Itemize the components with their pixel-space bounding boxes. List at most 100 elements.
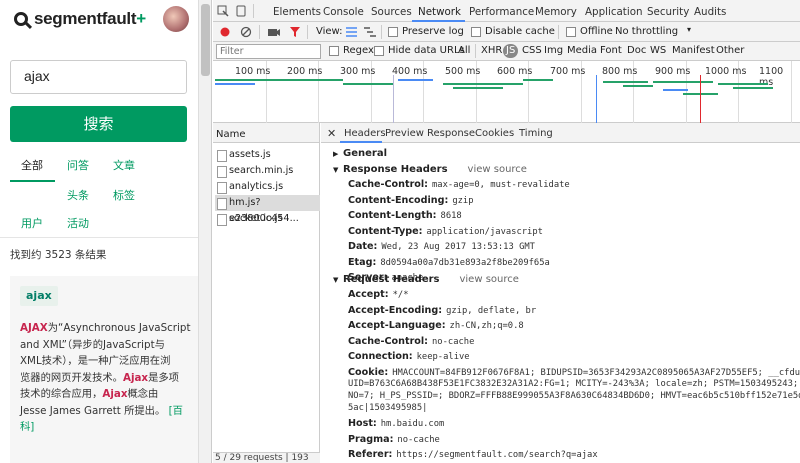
tab-all[interactable]: 全部: [21, 157, 43, 173]
header-key: Referer:: [348, 449, 393, 460]
general-section[interactable]: ▶ General: [333, 148, 387, 159]
device-toolbar-icon[interactable]: [235, 5, 247, 17]
type-css[interactable]: CSS: [522, 45, 542, 56]
type-other[interactable]: Other: [716, 45, 744, 56]
tab-memory[interactable]: Memory: [535, 6, 577, 18]
chevron-down-icon[interactable]: ▾: [687, 25, 691, 34]
tab-sources[interactable]: Sources: [371, 6, 412, 18]
tab-articles[interactable]: 文章: [113, 157, 135, 173]
header-value: keep-alive: [416, 352, 470, 362]
tab-headlines[interactable]: 头条: [67, 187, 89, 203]
request-row[interactable]: socket.io.js: [215, 211, 320, 227]
disable-cache-checkbox[interactable]: [471, 27, 481, 37]
cookie-continuation: NO=7; H_PS_PSSID=; BDORZ=FFFB88E999055A3…: [348, 391, 800, 401]
active-tab-indicator: [10, 180, 55, 182]
tick-600: 600 ms: [497, 66, 533, 77]
header-row: Etag: 8d0594a00a7db31e893a2f8be209f65a: [348, 257, 550, 269]
request-row-selected[interactable]: hm.js?e23800c454...: [215, 195, 320, 224]
type-manifest[interactable]: Manifest: [672, 45, 715, 56]
type-media[interactable]: Media: [567, 45, 597, 56]
tab-events[interactable]: 活动: [67, 215, 89, 231]
tab-console[interactable]: Console: [323, 6, 364, 18]
search-button[interactable]: 搜索: [10, 106, 187, 142]
tab-timing[interactable]: Timing: [519, 128, 553, 139]
segmentfault-page: segmentfault+ ajax 搜索 全部 问答 文章 头条 标签 用户 …: [0, 0, 199, 463]
tab-headers[interactable]: Headers: [344, 128, 386, 139]
network-overview-timeline[interactable]: 100 ms 200 ms 300 ms 400 ms 500 ms 600 m…: [213, 61, 800, 123]
throttling-select[interactable]: No throttling: [615, 26, 678, 37]
request-list: Name assets.js search.min.js analytics.j…: [213, 123, 320, 463]
type-font[interactable]: Font: [600, 45, 622, 56]
preserve-log-label: Preserve log: [402, 26, 464, 37]
header-row: Accept: */*: [348, 289, 409, 301]
tab-users[interactable]: 用户: [21, 215, 43, 231]
devtools-panel: Elements Console Sources Network Perform…: [213, 0, 800, 463]
filter-input[interactable]: [216, 44, 321, 59]
tab-audits[interactable]: Audits: [694, 6, 726, 18]
tag-badge[interactable]: ajax: [20, 286, 58, 306]
header-key: Cache-Control:: [348, 179, 429, 190]
tab-performance[interactable]: Performance: [469, 6, 534, 18]
header-value: Wed, 23 Aug 2017 13:53:13 GMT: [381, 242, 535, 252]
request-row[interactable]: assets.js: [215, 147, 320, 163]
tab-security[interactable]: Security: [647, 6, 689, 18]
search-input[interactable]: ajax: [10, 60, 187, 94]
search-logo-icon: [14, 12, 28, 26]
cookie-continuation: UID=B763C6A68B438F53E1FC3832E32A31A2:FG=…: [348, 379, 800, 389]
type-img[interactable]: Img: [544, 45, 563, 56]
close-icon[interactable]: ✕: [327, 127, 336, 140]
avatar[interactable]: [163, 6, 189, 32]
view-source-link[interactable]: view source: [459, 274, 518, 285]
header-row: Content-Length: 8618: [348, 210, 462, 222]
record-icon[interactable]: [220, 27, 230, 37]
header-key: Etag:: [348, 256, 377, 268]
tab-cookies[interactable]: Cookies: [475, 128, 514, 139]
clear-icon[interactable]: [240, 26, 252, 38]
tab-preview[interactable]: Preview: [385, 128, 424, 139]
tab-questions[interactable]: 问答: [67, 157, 89, 173]
header-value: gzip: [452, 195, 474, 206]
tab-tags[interactable]: 标签: [113, 187, 135, 203]
type-ws[interactable]: WS: [650, 45, 666, 56]
hide-data-urls-checkbox[interactable]: [374, 46, 384, 56]
tab-elements[interactable]: Elements: [273, 6, 321, 18]
header-row: Pragma: no-cache: [348, 434, 440, 446]
header-row: Cookie: HMACCOUNT=84FB912F0676F8A1; BIDUP…: [348, 367, 800, 379]
offline-checkbox[interactable]: [566, 27, 576, 37]
type-xhr[interactable]: XHR: [481, 45, 502, 56]
waterfall-icon[interactable]: [363, 26, 377, 38]
view-source-link[interactable]: view source: [468, 164, 527, 175]
header-key: Host:: [348, 418, 377, 429]
inspect-icon[interactable]: [217, 5, 229, 17]
scrollbar-thumb[interactable]: [201, 4, 210, 76]
header-row: Accept-Encoding: gzip, deflate, br: [348, 305, 536, 317]
tab-network[interactable]: Network: [418, 6, 461, 18]
request-row[interactable]: search.min.js: [215, 163, 320, 179]
page-scrollbar[interactable]: [199, 0, 212, 463]
header-key: Content-Type:: [348, 225, 423, 237]
baike-link[interactable]: [百: [169, 405, 183, 417]
type-all[interactable]: All: [458, 45, 470, 56]
response-headers-section[interactable]: ▼ Response Headers view source: [333, 164, 527, 175]
preserve-log-checkbox[interactable]: [388, 27, 398, 37]
site-logo[interactable]: segmentfault+: [34, 9, 146, 29]
regex-checkbox[interactable]: [329, 46, 339, 56]
offline-label: Offline: [580, 26, 613, 37]
tab-application[interactable]: Application: [585, 6, 643, 18]
name-column-header[interactable]: Name: [213, 123, 319, 143]
request-headers-section[interactable]: ▼ Request Headers view source: [333, 274, 519, 285]
large-rows-icon[interactable]: [345, 26, 358, 38]
type-doc[interactable]: Doc: [627, 45, 646, 56]
tick-900: 900 ms: [655, 66, 691, 77]
network-toolbar: View: Preserve log Disable cache Offline…: [213, 22, 800, 42]
header-row: Cache-Control: max-age=0, must-revalidate: [348, 179, 570, 191]
headers-tab-indicator: [340, 141, 382, 143]
camera-icon[interactable]: [268, 27, 280, 37]
filter-icon[interactable]: [289, 26, 301, 38]
tab-response[interactable]: Response: [427, 128, 475, 139]
type-js[interactable]: JS: [503, 44, 519, 58]
tick-100: 100 ms: [235, 66, 271, 77]
request-row[interactable]: analytics.js: [215, 179, 320, 195]
header-row: Host: hm.baidu.com: [348, 418, 444, 430]
header-key: Accept:: [348, 289, 389, 300]
